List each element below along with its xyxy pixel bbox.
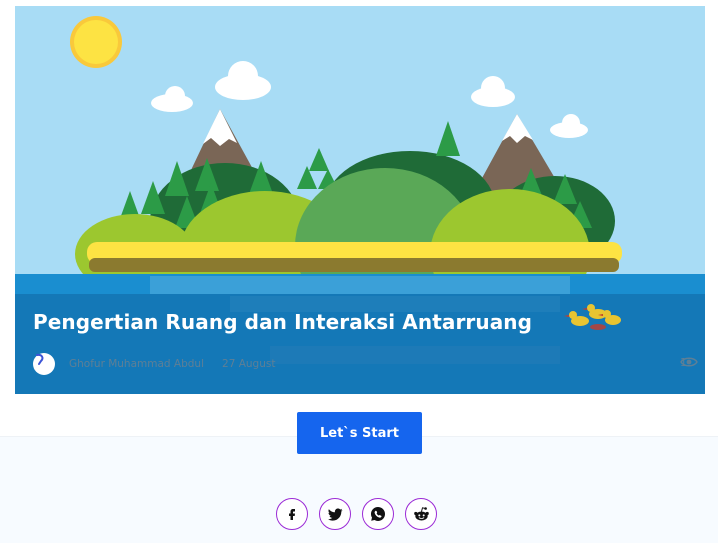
author-name[interactable]: Ghofur Muhammad Abdul [69,358,204,370]
author-logo-icon [36,353,44,365]
share-reddit-button[interactable] [405,498,437,530]
share-facebook-button[interactable] [276,498,308,530]
share-whatsapp-button[interactable] [362,498,394,530]
article-meta: Ghofur Muhammad Abdul 27 August [33,352,275,376]
article-title[interactable]: Pengertian Ruang dan Interaksi Antarruan… [33,310,532,334]
avatar[interactable] [33,353,55,375]
article-hero-card[interactable]: Pengertian Ruang dan Interaksi Antarruan… [15,6,705,394]
post-date: 27 August [222,358,276,370]
share-twitter-button[interactable] [319,498,351,530]
eye-icon [680,357,698,367]
facebook-icon [289,509,295,520]
whatsapp-icon [371,507,385,521]
island-illustration [15,6,705,394]
reddit-icon [413,507,429,521]
share-buttons [276,498,437,530]
start-button[interactable]: Let`s Start [297,412,422,454]
view-count: 1 [680,356,698,369]
twitter-icon [327,508,342,521]
